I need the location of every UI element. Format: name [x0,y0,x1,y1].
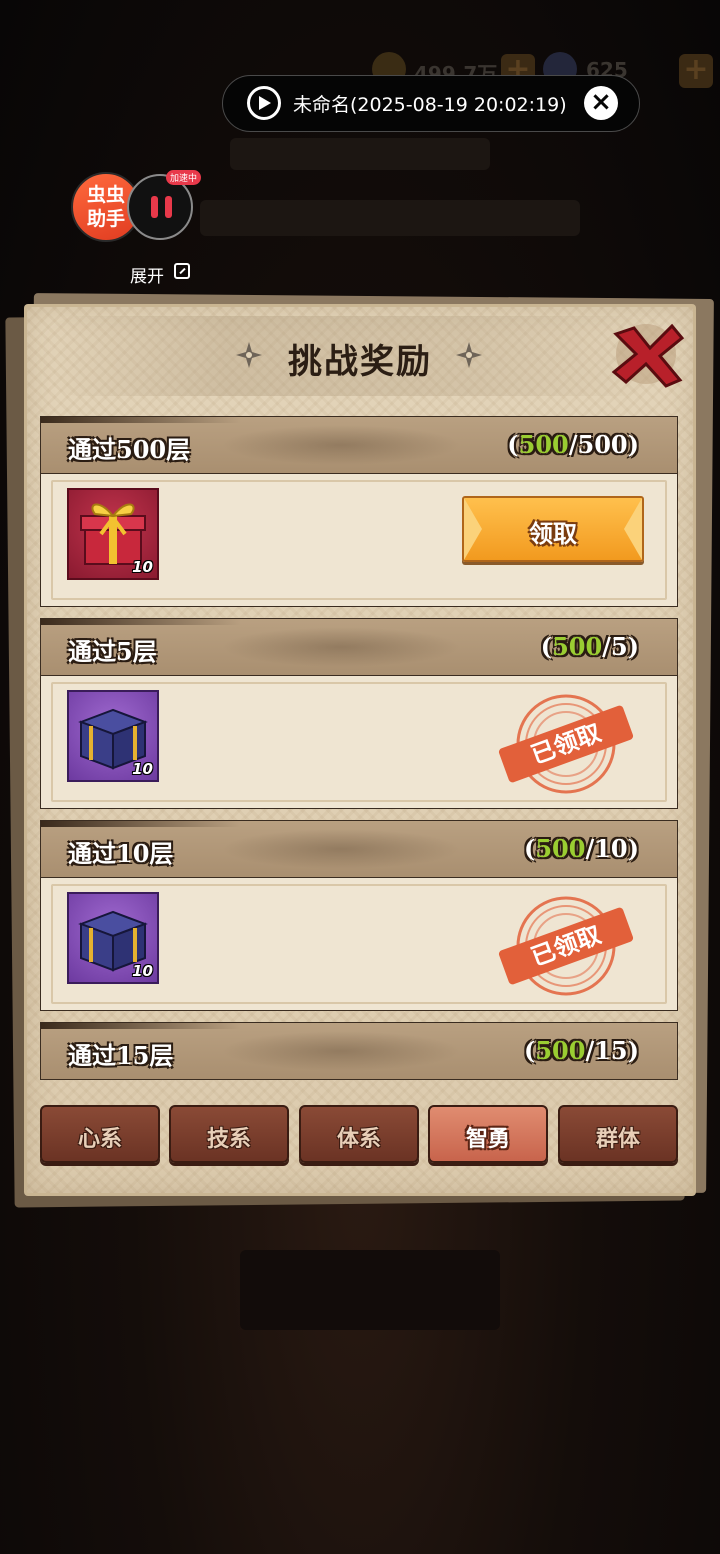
close-recording-icon[interactable]: × [584,86,618,120]
red-gift-box-icon[interactable]: 10 [67,488,159,580]
purple-box-icon[interactable]: 10 [67,690,159,782]
bg-blur-block [230,138,490,170]
progress-current: 500 [518,430,569,459]
reward-progress: (500/500) [507,430,639,459]
tab-qunti[interactable]: 群体 [558,1105,678,1163]
tab-label: 技系 [206,1126,251,1152]
expand-icon[interactable] [174,263,190,279]
progress-total: 5 [610,632,628,661]
reward-header: 通过500层 (500/500) [40,416,678,474]
close-icon[interactable] [606,320,688,390]
recording-label: 未命名(2025-08-19 20:02:19) [293,94,567,116]
claimed-stamp: 已领取 [496,692,636,796]
tab-ti[interactable]: 体系 [299,1105,419,1163]
bg-blur-block [200,200,580,236]
reward-title: 通过5层 [68,637,157,666]
reward-list[interactable]: 通过500层 (500/500) 10 领取 通过5层 (500/5) 10 已… [40,416,680,1084]
reward-title: 通过15层 [68,1041,174,1070]
add-gem-button[interactable]: + [679,54,713,88]
reward-count: 10 [132,760,153,778]
reward-progress: (500/10) [524,834,639,863]
reward-progress: (500/15) [524,1036,639,1065]
reward-body: 10 领取 [40,474,678,607]
bg-blur-block [240,1250,500,1330]
progress-total: 15 [594,1036,628,1065]
tab-label: 群体 [595,1126,640,1152]
play-icon[interactable] [247,86,281,120]
reward-count: 10 [132,558,153,576]
category-tabs: 心系 技系 体系 智勇 群体 [40,1105,680,1163]
pause-icon [151,196,158,218]
reward-item: 通过10层 (500/10) 10 已领取 [40,820,680,1012]
tab-label: 心系 [77,1126,122,1152]
shuriken-icon [456,342,482,368]
reward-count: 10 [132,962,153,980]
reward-body: 10 已领取 [40,676,678,809]
claim-button[interactable]: 领取 [462,496,644,562]
tab-xin[interactable]: 心系 [40,1105,160,1163]
recording-bar: 未命名(2025-08-19 20:02:19) × [222,75,640,132]
helper-expand-link[interactable]: 展开 [130,262,164,287]
reward-title: 通过10层 [68,839,174,868]
tab-zhiyong[interactable]: 智勇 [428,1105,548,1163]
tab-label: 体系 [336,1126,381,1152]
reward-title: 通过500层 [68,435,191,464]
progress-current: 500 [552,632,603,661]
tab-label: 智勇 [465,1126,510,1152]
reward-item: 通过15层 (500/15) [40,1022,680,1084]
reward-header: 通过15层 (500/15) [40,1022,678,1080]
claim-button-label: 领取 [529,519,577,548]
reward-header: 通过10层 (500/10) [40,820,678,878]
progress-total: 500 [577,430,628,459]
progress-current: 500 [535,834,586,863]
reward-header: 通过5层 (500/5) [40,618,678,676]
reward-body: 10 已领取 [40,878,678,1011]
helper-status-badge: 加速中 [166,170,202,185]
pause-icon [165,196,172,218]
reward-progress: (500/5) [540,632,639,661]
reward-item: 通过500层 (500/500) 10 领取 [40,416,680,608]
progress-total: 10 [594,834,628,863]
reward-item: 通过5层 (500/5) 10 已领取 [40,618,680,810]
claimed-stamp: 已领取 [496,894,636,998]
tab-ji[interactable]: 技系 [169,1105,289,1163]
progress-current: 500 [535,1036,586,1065]
purple-box-icon[interactable]: 10 [67,892,159,984]
